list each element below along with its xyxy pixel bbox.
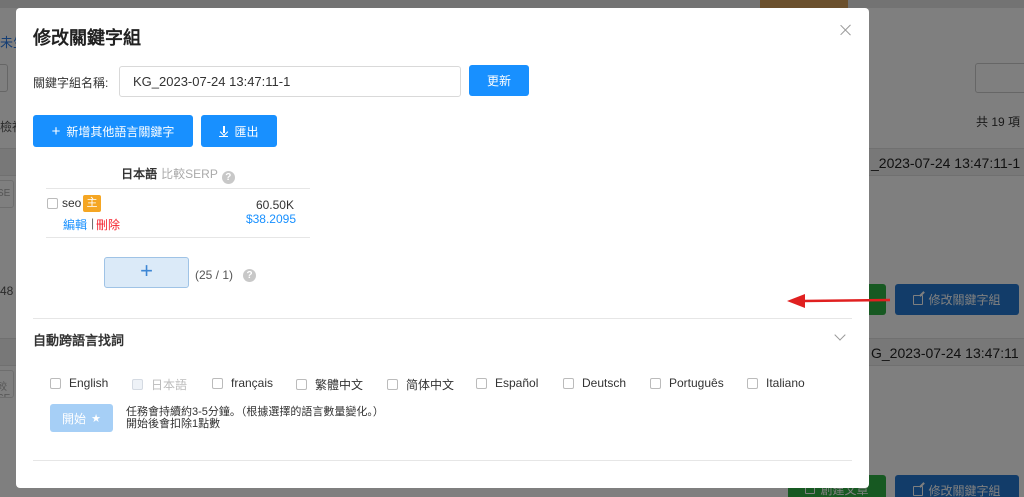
keyword-action-separator: | (91, 216, 95, 230)
language-label: Português (669, 376, 724, 390)
language-option-italian[interactable]: Italiano (747, 376, 805, 390)
edit-keyword-group-modal: 修改關鍵字組 關鍵字組名稱: 更新 + 新增其他語言關鍵字 匯出 日本語比較SE… (16, 8, 869, 488)
group-name-label: 關鍵字組名稱: (33, 76, 109, 90)
language-option-spanish[interactable]: Español (476, 376, 538, 390)
keyword-search-volume: 60.50K (255, 198, 294, 212)
update-button-label: 更新 (486, 74, 511, 88)
add-keyword-button[interactable]: + (104, 257, 189, 288)
language-label: 繁體中文 (315, 378, 364, 392)
language-checkbox[interactable] (650, 377, 661, 389)
language-option-portuguese[interactable]: Português (650, 376, 724, 390)
main-keyword-badge: 主 (83, 195, 101, 212)
language-checkbox[interactable] (212, 377, 223, 389)
download-icon (219, 126, 229, 137)
close-icon[interactable] (839, 23, 853, 37)
chevron-down-icon[interactable] (834, 329, 846, 341)
language-checkbox[interactable] (747, 377, 758, 389)
language-label: Español (495, 376, 539, 390)
language-label: 日本語 (151, 378, 188, 392)
compare-serp-link[interactable]: 比較SERP (161, 167, 218, 181)
plus-icon: + (51, 122, 61, 140)
keyword-delete-link[interactable]: 刪除 (96, 216, 120, 233)
task-note: 任務會持續約3-5分鐘。（根據選擇的語言數量變化。） 開始後會扣除1點數 (126, 406, 384, 430)
keyword-edit-link[interactable]: 編輯 (63, 216, 87, 233)
task-note-cost: 開始後會扣除1點數 (126, 418, 221, 430)
language-checkbox[interactable] (50, 377, 61, 389)
export-button[interactable]: 匯出 (201, 115, 277, 147)
update-button[interactable]: 更新 (469, 65, 529, 96)
modal-title: 修改關鍵字組 (33, 28, 141, 48)
language-label: English (69, 376, 109, 390)
language-option-simplified-chinese[interactable]: 简体中文 (387, 376, 454, 393)
language-checkbox (132, 379, 143, 390)
group-name-input[interactable] (119, 66, 461, 97)
language-option-english[interactable]: English (50, 376, 108, 390)
start-button[interactable]: 開始 ★ (50, 404, 113, 432)
language-checkbox[interactable] (387, 379, 398, 390)
language-label: Deutsch (582, 376, 627, 390)
language-checkbox[interactable] (296, 379, 307, 390)
language-label: français (231, 376, 274, 390)
annotation-arrow-icon (787, 294, 891, 308)
auto-translate-section-title: 自動跨語言找詞 (33, 333, 125, 348)
language-checkbox[interactable] (476, 377, 487, 389)
language-option-japanese: 日本語 (132, 376, 187, 393)
language-label: 简体中文 (406, 378, 455, 392)
keyword-count: (25 / 1) (195, 268, 234, 282)
keyword-name: seo (62, 196, 82, 210)
help-icon[interactable]: ? (221, 171, 235, 184)
star-icon: ★ (91, 412, 101, 425)
language-option-german[interactable]: Deutsch (563, 376, 626, 390)
language-option-traditional-chinese[interactable]: 繁體中文 (296, 376, 363, 393)
section-divider (33, 318, 852, 319)
language-label: Italiano (766, 376, 805, 390)
keyword-row-checkbox[interactable] (47, 198, 58, 209)
task-note-duration: 任務會持續約3-5分鐘。（根據選擇的語言數量變化。） (126, 406, 384, 418)
language-option-french[interactable]: français (212, 376, 273, 390)
export-label: 匯出 (234, 124, 259, 139)
language-checkbox[interactable] (563, 377, 574, 389)
add-other-language-label: 新增其他語言關鍵字 (66, 124, 175, 139)
keyword-cpc: $38.2095 (245, 212, 296, 226)
keyword-table-header: 日本語 比較SERP? (46, 165, 310, 184)
start-label: 開始 (62, 411, 87, 426)
keyword-table-language: 日本語 (121, 167, 158, 181)
count-help-icon[interactable]: ? (243, 269, 256, 282)
keyword-table-divider (46, 188, 310, 189)
keyword-table-bottom-divider (46, 237, 310, 238)
section-bottom-divider (33, 460, 852, 461)
add-other-language-keyword-button[interactable]: + 新增其他語言關鍵字 (33, 115, 193, 147)
